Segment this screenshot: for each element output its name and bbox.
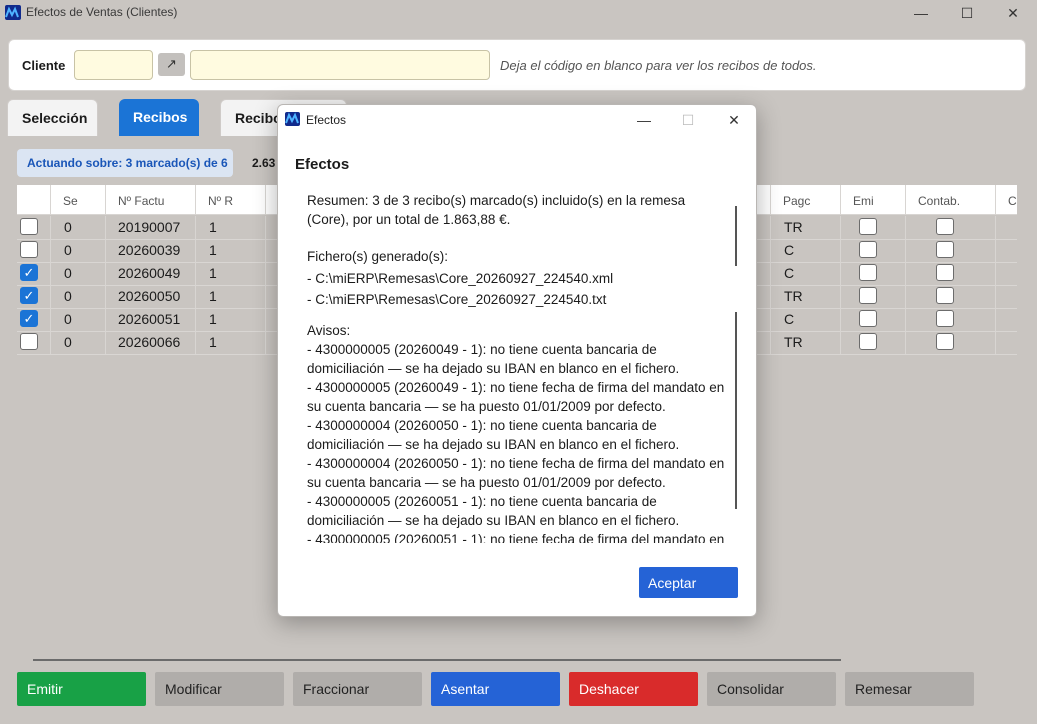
cell-se: 0 — [64, 219, 72, 235]
asentar-button[interactable]: Asentar — [431, 672, 560, 706]
dialog-files-label: Fichero(s) generado(s): — [307, 249, 449, 264]
cell-se: 0 — [64, 334, 72, 350]
dialog-title: Efectos — [306, 113, 347, 127]
tab-recibos[interactable]: Recibos — [119, 99, 199, 136]
dialog-scrollbar[interactable] — [735, 312, 737, 509]
dialog-maximize-icon: ☐ — [681, 111, 695, 128]
status-badge: Actuando sobre: 3 marcado(s) de 6 — [17, 149, 233, 177]
cell-factura: 20260049 — [118, 265, 181, 281]
dialog-message: Resumen: 3 de 3 recibo(s) marcado(s) inc… — [307, 191, 725, 543]
cliente-hint: Deja el código en blanco para ver los re… — [500, 58, 817, 73]
cell-se: 0 — [64, 242, 72, 258]
consolidar-button[interactable]: Consolidar — [707, 672, 836, 706]
emitir-button[interactable]: Emitir — [17, 672, 146, 706]
row-emitido-checkbox[interactable] — [859, 264, 877, 281]
cell-se: 0 — [64, 311, 72, 327]
cell-recibo: 1 — [209, 242, 217, 258]
column-header-pago[interactable]: Pagc — [783, 194, 810, 208]
dialog-warning-item: - 4300000004 (20260050 - 1): no tiene cu… — [307, 418, 680, 452]
row-select-checkbox[interactable] — [20, 218, 38, 235]
cell-pago: C — [784, 242, 795, 258]
cell-recibo: 1 — [209, 311, 217, 327]
dialog-warning-item: - 4300000004 (20260050 - 1): no tiene fe… — [307, 456, 725, 490]
cliente-label: Cliente — [22, 58, 66, 73]
column-header-recibo[interactable]: Nº R — [208, 194, 233, 208]
column-header-se[interactable]: Se — [63, 194, 78, 208]
column-header-emitido[interactable]: Emi — [853, 194, 874, 208]
cell-recibo: 1 — [209, 288, 217, 304]
cell-se: 0 — [64, 265, 72, 281]
tab-seleccion[interactable]: Selección — [7, 99, 98, 136]
remesar-button[interactable]: Remesar — [845, 672, 974, 706]
cell-factura: 20260039 — [118, 242, 181, 258]
cell-pago: TR — [784, 288, 803, 304]
dialog-summary: Resumen: 3 de 3 recibo(s) marcado(s) inc… — [307, 193, 686, 227]
column-header-contabilizado[interactable]: Contab. — [918, 194, 960, 208]
dialog-logo-icon — [285, 112, 300, 126]
column-header-more[interactable]: C — [1008, 194, 1017, 208]
row-contabilizado-checkbox[interactable] — [936, 310, 954, 327]
row-select-checkbox[interactable]: ✓ — [20, 264, 38, 281]
dialog-warnings-label: Avisos: — [307, 323, 351, 338]
cell-se: 0 — [64, 288, 72, 304]
row-select-checkbox[interactable] — [20, 241, 38, 258]
row-emitido-checkbox[interactable] — [859, 310, 877, 327]
row-emitido-checkbox[interactable] — [859, 218, 877, 235]
cliente-code-input[interactable] — [74, 50, 153, 80]
cell-recibo: 1 — [209, 334, 217, 350]
app-logo-icon — [5, 5, 21, 20]
aceptar-button[interactable]: Aceptar — [639, 567, 738, 598]
bottom-divider — [33, 659, 841, 661]
dialog-heading: Efectos — [295, 156, 350, 173]
cell-pago: TR — [784, 219, 803, 235]
fraccionar-button[interactable]: Fraccionar — [293, 672, 422, 706]
cell-pago: TR — [784, 334, 803, 350]
modificar-button[interactable]: Modificar — [155, 672, 284, 706]
dialog-warning-item: - 4300000005 (20260049 - 1): no tiene cu… — [307, 342, 680, 376]
column-header-factura[interactable]: Nº Factu — [118, 194, 164, 208]
row-contabilizado-checkbox[interactable] — [936, 241, 954, 258]
dialog-file-item: - C:\miERP\Remesas\Core_20260927_224540.… — [307, 271, 614, 286]
row-emitido-checkbox[interactable] — [859, 287, 877, 304]
dialog-warning-item: - 4300000005 (20260049 - 1): no tiene fe… — [307, 380, 725, 414]
dialog-minimize-icon[interactable]: — — [622, 108, 666, 132]
dialog-close-icon[interactable]: ✕ — [712, 108, 756, 132]
row-contabilizado-checkbox[interactable] — [936, 333, 954, 350]
cell-factura: 20260050 — [118, 288, 181, 304]
cell-pago: C — [784, 265, 795, 281]
cell-pago: C — [784, 311, 795, 327]
minimize-icon[interactable]: — — [898, 0, 944, 26]
row-emitido-checkbox[interactable] — [859, 241, 877, 258]
cliente-name-input[interactable] — [190, 50, 490, 80]
row-emitido-checkbox[interactable] — [859, 333, 877, 350]
row-contabilizado-checkbox[interactable] — [936, 287, 954, 304]
dialog-scrollbar[interactable] — [735, 206, 737, 266]
cell-factura: 20260051 — [118, 311, 181, 327]
dialog-warning-item: - 4300000005 (20260051 - 1): no tiene cu… — [307, 494, 680, 528]
cliente-lookup-button[interactable]: ↗ — [158, 53, 185, 76]
cell-factura: 20190007 — [118, 219, 181, 235]
close-icon[interactable]: ✕ — [990, 0, 1036, 26]
row-select-checkbox[interactable]: ✓ — [20, 287, 38, 304]
maximize-icon[interactable]: ☐ — [944, 0, 990, 26]
row-contabilizado-checkbox[interactable] — [936, 264, 954, 281]
row-select-checkbox[interactable]: ✓ — [20, 310, 38, 327]
row-contabilizado-checkbox[interactable] — [936, 218, 954, 235]
deshacer-button[interactable]: Deshacer — [569, 672, 698, 706]
cell-recibo: 1 — [209, 219, 217, 235]
status-total: 2.63 — [252, 156, 276, 170]
dialog-warning-item: - 4300000005 (20260051 - 1): no tiene fe… — [307, 532, 725, 543]
cell-recibo: 1 — [209, 265, 217, 281]
window-title: Efectos de Ventas (Clientes) — [26, 5, 178, 19]
row-select-checkbox[interactable] — [20, 333, 38, 350]
cell-factura: 20260066 — [118, 334, 181, 350]
dialog-file-item: - C:\miERP\Remesas\Core_20260927_224540.… — [307, 292, 607, 307]
